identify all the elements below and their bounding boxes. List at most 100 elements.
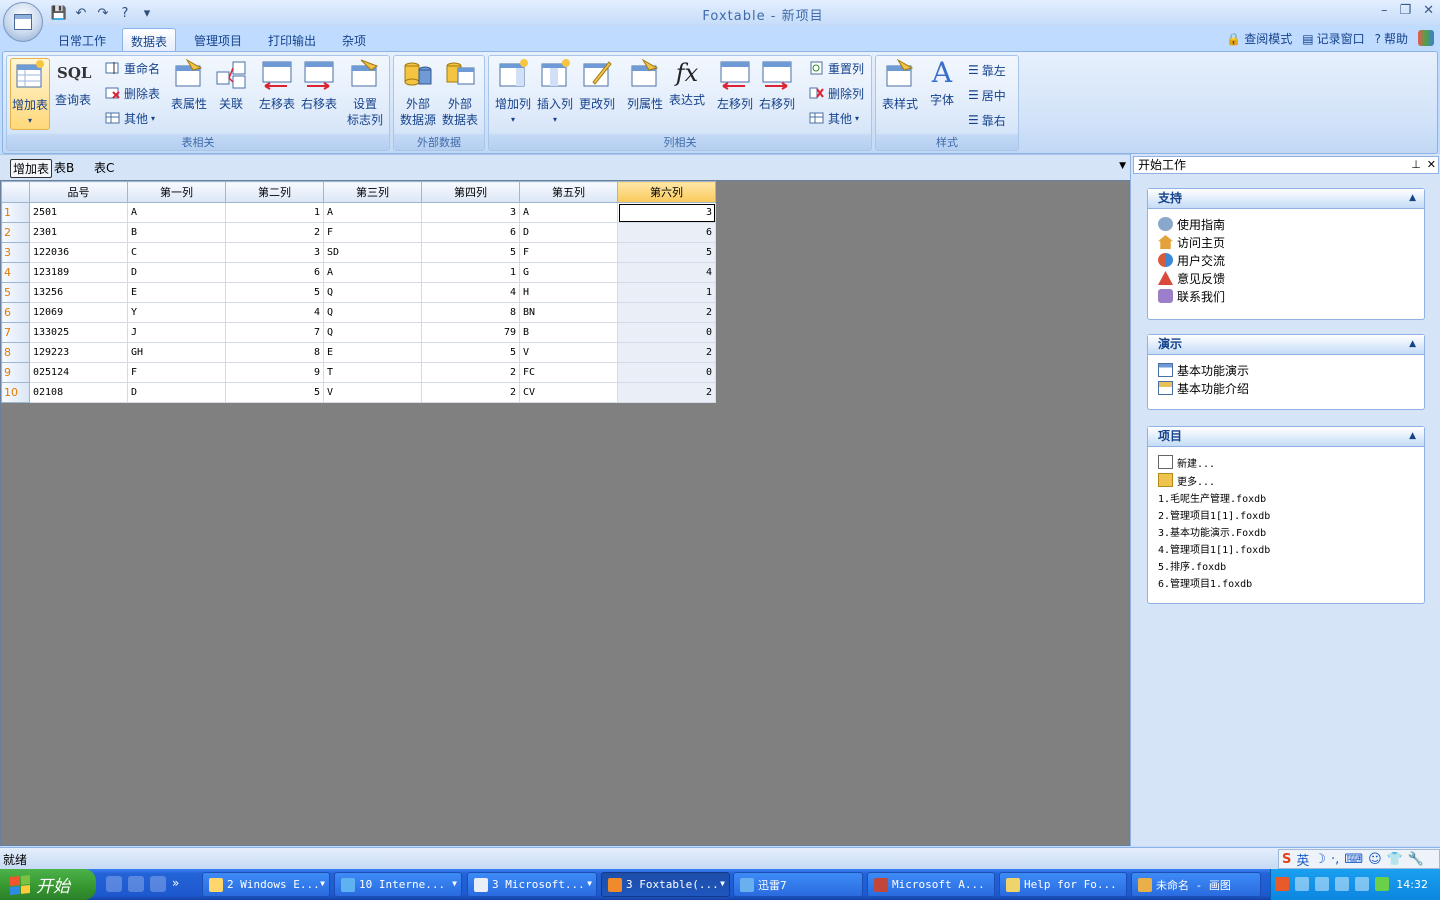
delete-column-button[interactable]: 删除列 — [809, 83, 864, 103]
support-item-contact[interactable]: 联系我们 — [1158, 287, 1416, 305]
table-cell[interactable]: 5 — [421, 342, 520, 363]
row-header[interactable]: 8 — [1, 342, 30, 363]
table-cell[interactable]: 5 — [225, 282, 324, 303]
tab-manage-project[interactable]: 管理项目 — [186, 28, 250, 52]
table-cell[interactable]: 1 — [617, 282, 716, 303]
table-properties-button[interactable]: 表属性 — [169, 58, 209, 112]
table-cell[interactable]: 123189 — [29, 262, 128, 283]
table-cell[interactable]: 8 — [225, 342, 324, 363]
grid-corner[interactable] — [1, 181, 30, 203]
table-row[interactable]: 5 13256 E 5 Q 4 H 1 — [1, 282, 716, 303]
table-cell[interactable]: BN — [519, 302, 618, 323]
tray-help-icon[interactable] — [1295, 877, 1309, 891]
table-row[interactable]: 4 123189 D 6 A 1 G 4 — [1, 262, 716, 283]
taskbar-button-paint[interactable]: 未命名 - 画图 — [1131, 872, 1261, 897]
demo-card-header[interactable]: 演示 ▲ — [1148, 335, 1424, 355]
table-cell[interactable]: 1 — [225, 202, 324, 223]
column-properties-button[interactable]: 列属性 — [625, 58, 665, 112]
shirt-icon[interactable]: 👕 — [1387, 852, 1403, 867]
recent-project-5[interactable]: 5.排序.foxdb — [1158, 557, 1416, 574]
table-cell[interactable]: B — [519, 322, 618, 343]
table-row[interactable]: 3 122036 C 3 SD 5 F 5 — [1, 242, 716, 263]
taskbar-button-help[interactable]: Help for Fo... — [999, 872, 1127, 897]
tab-daily-work[interactable]: 日常工作 — [50, 28, 114, 52]
ie-icon[interactable] — [150, 876, 166, 892]
table-cell[interactable]: 2 — [421, 362, 520, 383]
sheet-list-dropdown-icon[interactable]: ▼ — [1119, 161, 1126, 171]
table-cell[interactable]: J — [127, 322, 226, 343]
move-column-left-button[interactable]: 左移列 — [715, 58, 755, 112]
row-header[interactable]: 9 — [1, 362, 30, 383]
table-cell[interactable]: H — [519, 282, 618, 303]
query-table-button[interactable]: SQL 查询表 — [53, 58, 93, 108]
tab-print-output[interactable]: 打印输出 — [260, 28, 324, 52]
table-cell[interactable]: 3 — [421, 202, 520, 223]
sheet-tab-b[interactable]: 表B — [54, 159, 74, 176]
rename-column-button[interactable]: 更改列 — [577, 58, 617, 112]
keyboard-icon[interactable]: ⌨ — [1344, 852, 1363, 867]
table-cell[interactable]: V — [323, 382, 422, 403]
move-column-right-button[interactable]: 右移列 — [757, 58, 797, 112]
table-cell[interactable]: 2 — [617, 382, 716, 403]
row-header[interactable]: 4 — [1, 262, 30, 283]
data-grid[interactable]: 品号 第一列 第二列 第三列 第四列 第五列 第六列 1 2501 A 1 A 3 A 3 2 2… — [1, 181, 716, 403]
table-cell[interactable]: 5 — [225, 382, 324, 403]
table-cell[interactable]: E — [127, 282, 226, 303]
align-center-button[interactable]: ☰ 居中 — [968, 85, 1006, 105]
table-cell[interactable]: A — [519, 202, 618, 223]
row-header[interactable]: 7 — [1, 322, 30, 343]
tray-sogou-icon[interactable] — [1275, 877, 1289, 891]
table-cell[interactable]: 2301 — [29, 222, 128, 243]
table-cell[interactable]: E — [323, 342, 422, 363]
table-cell[interactable]: 0 — [617, 322, 716, 343]
view-mode-link[interactable]: 🔒 查阅模式 — [1226, 30, 1292, 47]
table-cell[interactable]: A — [323, 262, 422, 283]
recent-project-1[interactable]: 1.毛呢生产管理.foxdb — [1158, 489, 1416, 506]
table-cell[interactable]: 02108 — [29, 382, 128, 403]
table-cell[interactable]: CV — [519, 382, 618, 403]
column-header[interactable]: 品号 — [29, 181, 128, 203]
tray-network-icon[interactable] — [1335, 877, 1349, 891]
ime-toolbar[interactable]: S 英 ☽ ·, ⌨ ☺ 👕 🔧 — [1278, 849, 1440, 869]
support-item-homepage[interactable]: 访问主页 — [1158, 233, 1416, 251]
align-left-button[interactable]: ☰ 靠左 — [968, 60, 1006, 80]
collapse-icon[interactable]: ▲ — [1409, 427, 1416, 446]
minimize-button[interactable]: – — [1381, 3, 1388, 18]
taskbar-button-word[interactable]: 3 Microsoft... ▼ — [467, 872, 597, 897]
row-header[interactable]: 6 — [1, 302, 30, 323]
table-cell[interactable]: SD — [323, 242, 422, 263]
sheet-tab-c[interactable]: 表C — [94, 159, 114, 176]
help-link[interactable]: ? 帮助 — [1375, 30, 1408, 47]
tray-arrow-icon[interactable] — [1315, 877, 1329, 891]
table-cell[interactable]: Q — [323, 322, 422, 343]
move-table-left-button[interactable]: 左移表 — [257, 58, 297, 112]
recent-project-3[interactable]: 3.基本功能演示.Foxdb — [1158, 523, 1416, 540]
project-card-header[interactable]: 项目 ▲ — [1148, 427, 1424, 447]
row-header[interactable]: 5 — [1, 282, 30, 303]
table-cell[interactable]: 7 — [225, 322, 324, 343]
table-row[interactable]: 7 133025 J 7 Q 79 B 0 — [1, 322, 716, 343]
column-header[interactable]: 第二列 — [225, 181, 324, 203]
log-window-link[interactable]: ▤ 记录窗口 — [1302, 30, 1364, 47]
column-other-button[interactable]: 其他 ▾ — [809, 108, 859, 128]
row-header[interactable]: 1 — [1, 202, 30, 223]
taskbar-button-ie[interactable]: 10 Interne... ▼ — [334, 872, 462, 897]
table-cell[interactable]: 13256 — [29, 282, 128, 303]
tab-data-table[interactable]: 数据表 — [122, 28, 177, 52]
project-more[interactable]: 更多... — [1158, 471, 1416, 489]
taskbar-button-foxtable[interactable]: 3 Foxtable(... ▼ — [601, 872, 730, 897]
taskbar-button-access[interactable]: Microsoft A... — [867, 872, 995, 897]
table-row[interactable]: 1 2501 A 1 A 3 A 3 — [1, 202, 716, 223]
office-button[interactable] — [3, 2, 43, 42]
table-cell[interactable]: 9 — [225, 362, 324, 383]
table-cell[interactable]: A — [323, 202, 422, 223]
table-row[interactable]: 8 129223 GH 8 E 5 V 2 — [1, 342, 716, 363]
sogou-icon[interactable]: S — [1282, 852, 1291, 867]
user-icon[interactable]: ☺ — [1368, 852, 1382, 867]
table-cell[interactable]: D — [127, 382, 226, 403]
table-cell[interactable]: GH — [127, 342, 226, 363]
wrench-icon[interactable]: 🔧 — [1408, 852, 1424, 867]
delete-table-button[interactable]: 删除表 — [105, 83, 160, 103]
recent-project-2[interactable]: 2.管理项目1[1].foxdb — [1158, 506, 1416, 523]
add-column-button[interactable]: 增加列 ▾ — [493, 58, 533, 128]
